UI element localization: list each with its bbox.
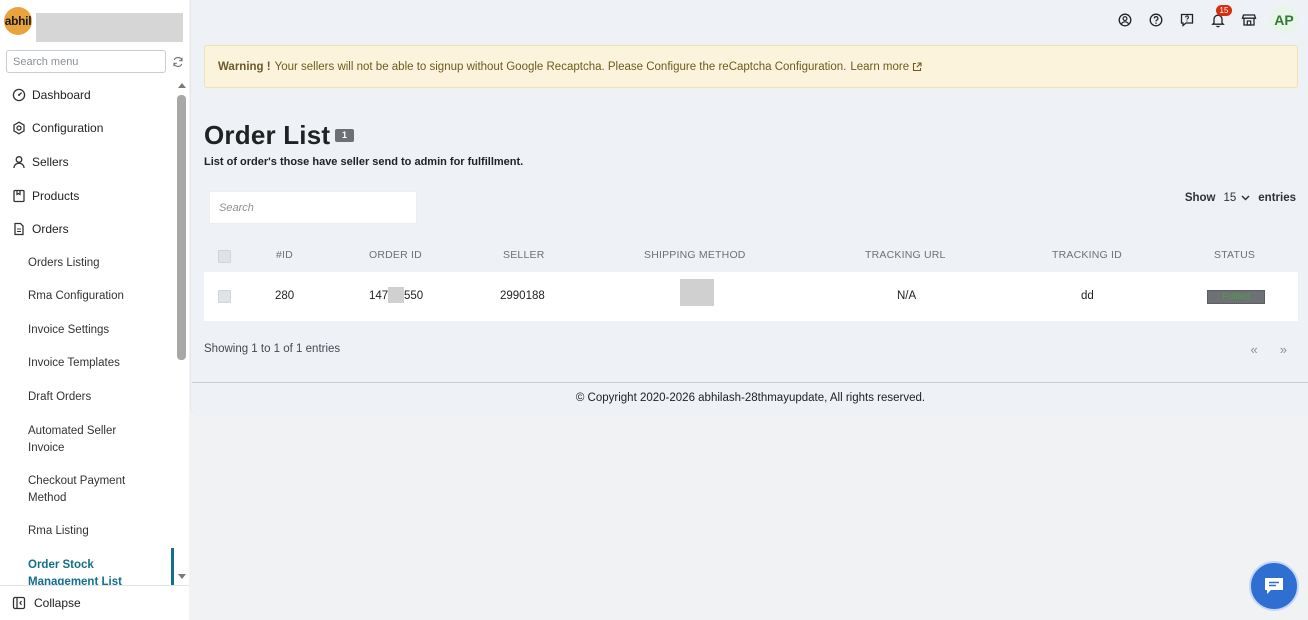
scroll-up-arrow-icon[interactable] [178,83,186,88]
entries-label: entries [1258,192,1296,204]
show-entries-control: Show 15 entries [1185,192,1296,204]
prev-page-button[interactable]: « [1251,342,1258,357]
page-subtitle: List of order's those have seller send t… [204,156,524,168]
table-row[interactable]: 280 147 550 2990188 N/A dd Fulfilled [204,272,1298,321]
column-header-shipping-method[interactable]: SHIPPING METHOD [644,249,746,261]
active-indicator [171,548,174,585]
store-logo[interactable]: abhil [4,7,32,35]
sidebar-header: abhil [0,0,189,46]
column-header-seller[interactable]: SELLER [503,249,544,261]
collapse-button[interactable]: Collapse [0,585,189,620]
sidebar-item-products[interactable]: Products [0,187,175,205]
bell-icon[interactable]: 15 [1209,5,1232,29]
sidebar-item-label: Dashboard [32,88,91,102]
cell-seller[interactable]: 2990188 [500,290,545,302]
footer-divider [192,382,1308,383]
learn-more-label: Learn more [850,60,910,73]
sidebar-subitem-rma-configuration[interactable]: Rma Configuration [28,288,168,305]
menu-search [6,50,166,73]
column-header-tracking-url[interactable]: TRACKING URL [865,249,946,261]
sidebar-subitem-draft-orders[interactable]: Draft Orders [28,389,168,406]
dashboard-icon [12,88,26,102]
notification-count-badge: 15 [1216,5,1232,16]
select-all-checkbox[interactable] [218,250,231,263]
sidebar-item-label: Orders [32,222,69,236]
avatar[interactable]: AP [1270,6,1298,34]
content-card: 15 AP Warning ! Your sellers will not be… [190,0,1308,416]
entries-value: 15 [1223,192,1237,204]
cell-tracking-id: dd [1081,290,1094,302]
sidebar-subitem-checkout-payment-method[interactable]: Checkout Payment Method [28,473,138,506]
table-header: #ID ORDER ID SELLER SHIPPING METHOD TRAC… [204,240,1298,272]
column-header-order-id[interactable]: ORDER ID [369,249,422,261]
document-icon [12,222,26,236]
status-badge: Fulfilled [1207,290,1265,304]
sidebar-item-label: Configuration [32,121,104,135]
sidebar: abhil Dashboard Configuration Sellers Pr… [0,0,189,620]
sidebar-item-label: Sellers [32,155,69,169]
chevron-down-icon [1241,195,1250,201]
column-header-id[interactable]: #ID [276,249,293,261]
sidebar-subitem-automated-seller-invoice[interactable]: Automated Seller Invoice [28,423,133,456]
warning-text: Your sellers will not be able to signup … [274,60,847,73]
account-icon[interactable] [1116,11,1134,29]
entries-select[interactable]: 15 [1223,192,1250,204]
menu-search-input[interactable] [7,51,165,72]
order-id-redacted [388,287,404,303]
external-link-icon [913,61,922,71]
store-name-redacted [36,13,183,42]
table-search-input[interactable] [210,192,416,223]
cell-order-id-suffix: 550 [404,290,424,302]
table-search [209,191,417,224]
user-icon [12,155,26,169]
store-icon[interactable] [1240,11,1258,29]
chat-icon [1265,578,1283,594]
cell-order-id-prefix: 147 [369,290,389,302]
cell-tracking-url: N/A [897,290,917,302]
sidebar-subitem-rma-listing[interactable]: Rma Listing [28,523,168,540]
sidebar-subitem-invoice-templates[interactable]: Invoice Templates [28,355,168,372]
refresh-icon[interactable] [172,55,184,67]
collapse-sidebar-icon [12,596,26,610]
sidebar-item-label: Products [32,189,80,203]
page-title: Order List [204,120,331,150]
row-checkbox[interactable] [218,290,231,303]
collapse-label: Collapse [34,596,81,610]
sidebar-item-orders[interactable]: Orders [0,220,175,238]
pagination: « » [1229,342,1287,357]
sidebar-item-sellers[interactable]: Sellers [0,153,175,171]
warning-strong: Warning ! [218,60,271,73]
help-icon[interactable] [1147,11,1165,29]
topbar: 15 AP [1103,5,1298,34]
warning-banner: Warning ! Your sellers will not be able … [204,45,1298,88]
learn-more-link[interactable]: Learn more [850,61,922,73]
column-header-status[interactable]: STATUS [1214,249,1255,261]
cell-id: 280 [275,290,295,302]
sidebar-item-configuration[interactable]: Configuration [0,119,175,137]
chat-button[interactable] [1249,561,1299,611]
shipping-method-redacted [680,279,714,306]
gear-icon [12,121,26,135]
main-area: 15 AP Warning ! Your sellers will not be… [189,0,1308,620]
scrollbar-thumb[interactable] [177,95,186,360]
copyright-text: © Copyright 2020-2026 abhilash-28thmayup… [575,392,926,404]
sidebar-subitem-invoice-settings[interactable]: Invoice Settings [28,322,168,339]
sidebar-subitem-orders-listing[interactable]: Orders Listing [28,255,168,272]
feedback-icon[interactable] [1178,11,1196,29]
order-count-badge: 1 [335,129,354,142]
next-page-button[interactable]: » [1280,342,1287,357]
product-icon [12,189,26,203]
sidebar-item-dashboard[interactable]: Dashboard [0,86,175,104]
pagination-info: Showing 1 to 1 of 1 entries [204,343,341,355]
column-header-tracking-id[interactable]: TRACKING ID [1052,249,1122,261]
scroll-down-arrow-icon[interactable] [178,574,186,579]
show-label: Show [1184,192,1216,204]
